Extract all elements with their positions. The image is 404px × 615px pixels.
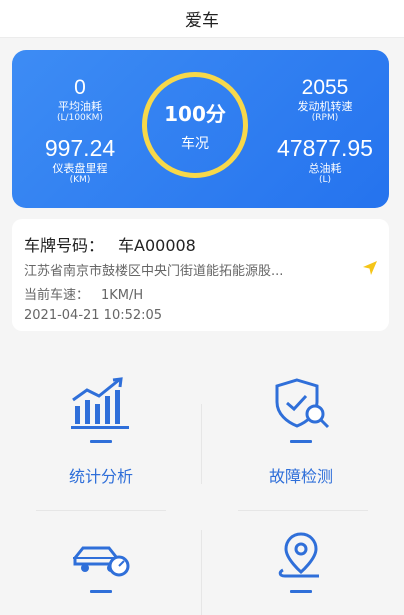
navigation-arrow-icon[interactable] (362, 260, 378, 276)
rpm-label: 发动机转速 (297, 100, 353, 114)
total-fuel-unit: (L) (318, 175, 332, 186)
plate-value: 车A00008 (118, 236, 196, 255)
update-timestamp: 2021-04-21 10:52:05 (24, 308, 163, 323)
map-pin-icon (278, 532, 319, 578)
tile-accent-dash (90, 440, 112, 443)
speed-label: 当前车速： (24, 288, 90, 303)
page-title: 爱车 (185, 11, 219, 31)
rpm-stat: 2055 发动机转速 (RPM) (270, 76, 380, 124)
avg-fuel-unit: (L/100KM) (57, 113, 103, 124)
plate-row: 车牌号码： 车A00008 (24, 232, 196, 256)
vehicle-status-tile[interactable] (6, 536, 196, 593)
location-tile[interactable] (206, 530, 396, 593)
speed-value: 1KM/H (101, 288, 144, 303)
car-gauge-icon (73, 546, 130, 577)
avg-fuel-value: 0 (74, 76, 86, 99)
odometer-stat: 997.24 仪表盘里程 (KM) (30, 135, 130, 186)
total-fuel-value: 47877.95 (277, 135, 373, 161)
odometer-label: 仪表盘里程 (52, 162, 108, 176)
vehicle-stats-card: 0 平均油耗 (L/100KM) 997.24 仪表盘里程 (KM) 100分 … (12, 50, 389, 208)
statistics-analysis-label: 统计分析 (68, 467, 133, 486)
tile-accent-dash (90, 590, 112, 593)
odometer-value: 997.24 (44, 135, 116, 161)
fault-detection-tile[interactable]: 故障检测 (206, 376, 396, 487)
odometer-unit: (KM) (69, 175, 91, 186)
tile-accent-dash (290, 590, 312, 593)
condition-score-label: 车况 (181, 135, 209, 152)
tile-accent-dash (290, 440, 312, 443)
condition-score-value: 100分 (164, 101, 226, 126)
rpm-unit: (RPM) (311, 113, 339, 124)
menu-divider-vertical (201, 404, 202, 484)
shield-search-icon (275, 378, 330, 429)
avg-fuel-stat: 0 平均油耗 (L/100KM) (30, 76, 130, 124)
statistics-analysis-tile[interactable]: 统计分析 (6, 376, 196, 487)
total-fuel-stat: 47877.95 总油耗 (L) (270, 135, 380, 186)
menu-divider-vertical (201, 530, 202, 615)
vehicle-info-card[interactable]: 车牌号码： 车A00008 江苏省南京市鼓楼区中央门街道能拓能源股... 当前车速… (12, 219, 389, 331)
total-fuel-label: 总油耗 (308, 162, 342, 176)
function-menu-grid: 统计分析 故障检测 (0, 340, 404, 615)
menu-divider-horizontal (238, 510, 368, 511)
bar-chart-trend-icon (71, 377, 129, 429)
avg-fuel-label: 平均油耗 (58, 100, 102, 114)
location-address: 江苏省南京市鼓楼区中央门街道能拓能源股... (24, 264, 284, 279)
plate-label: 车牌号码： (24, 236, 105, 255)
condition-score-ring[interactable]: 100分 车况 (142, 72, 248, 178)
fault-detection-label: 故障检测 (268, 467, 333, 486)
title-bar: 爱车 (0, 0, 404, 38)
menu-divider-horizontal (36, 510, 166, 511)
rpm-value: 2055 (301, 76, 349, 99)
speed-row: 当前车速： 1KM/H (24, 284, 143, 303)
